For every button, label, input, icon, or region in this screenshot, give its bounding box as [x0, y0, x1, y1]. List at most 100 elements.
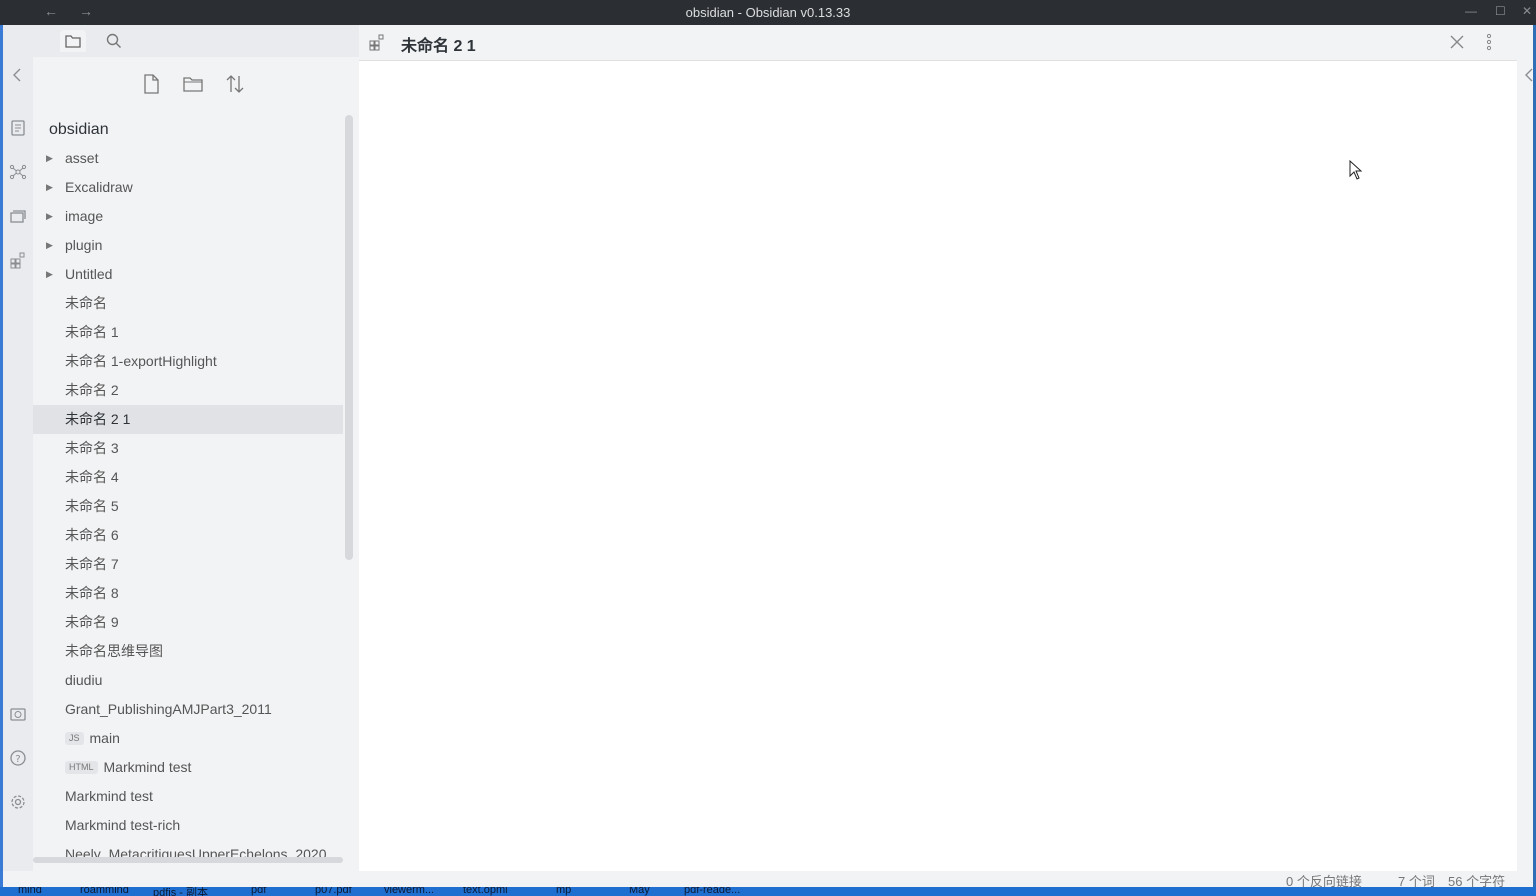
- folder-item[interactable]: ▶ Untitled: [33, 260, 343, 289]
- editor-content[interactable]: [359, 61, 1517, 871]
- file-item-label: 未命名 6: [65, 527, 119, 543]
- title-bar: ← → obsidian - Obsidian v0.13.33 — ☐ ✕: [0, 0, 1536, 25]
- file-item[interactable]: Grant_PublishingAMJPart3_2011: [33, 695, 343, 724]
- sidebar-tab-bar: [33, 25, 359, 57]
- taskbar-item[interactable]: mind: [18, 887, 42, 896]
- tab-file-explorer[interactable]: [60, 30, 86, 52]
- file-item[interactable]: 未命名 2 1: [33, 405, 343, 434]
- close-window-icon[interactable]: ✕: [1522, 4, 1532, 18]
- file-item-label: Markmind test: [65, 788, 153, 804]
- mouse-cursor-icon: [1349, 160, 1363, 180]
- file-item[interactable]: 未命名 4: [33, 463, 343, 492]
- settings-gear-icon[interactable]: [9, 793, 27, 811]
- right-sidebar-collapsed: [1517, 25, 1533, 871]
- file-item[interactable]: 未命名: [33, 289, 343, 318]
- vertical-scrollbar[interactable]: [345, 115, 353, 560]
- file-item-label: image: [65, 208, 104, 224]
- tab-search[interactable]: [101, 30, 127, 52]
- file-item-label: 未命名思维导图: [65, 643, 163, 659]
- file-item-label: 未命名 2: [65, 382, 119, 398]
- sort-order-button[interactable]: [224, 73, 246, 95]
- taskbar-item[interactable]: p07.pdf: [315, 887, 352, 896]
- taskbar-item[interactable]: pdf: [251, 887, 266, 896]
- new-folder-button[interactable]: [182, 73, 204, 95]
- graph-view-icon[interactable]: [9, 163, 27, 181]
- minimize-icon[interactable]: —: [1465, 4, 1477, 18]
- file-item-label: 未命名 9: [65, 614, 119, 630]
- vault-name[interactable]: obsidian: [49, 121, 109, 139]
- file-item-label: Untitled: [65, 266, 113, 282]
- folder-item[interactable]: ▶ image: [33, 202, 343, 231]
- folder-item[interactable]: ▶ asset: [33, 144, 343, 173]
- file-item-label: Grant_PublishingAMJPart3_2011: [65, 701, 272, 717]
- file-item[interactable]: 未命名 9: [33, 608, 343, 637]
- file-item-label: 未命名 4: [65, 469, 119, 485]
- daily-note-icon[interactable]: [9, 119, 27, 137]
- file-item-label: 未命名 8: [65, 585, 119, 601]
- file-item-label: Markmind test: [103, 759, 192, 775]
- file-item[interactable]: 未命名 1: [33, 318, 343, 347]
- search-icon: [106, 33, 121, 48]
- file-item[interactable]: HTML Markmind test: [33, 753, 343, 782]
- taskbar-item[interactable]: roammind: [80, 887, 129, 896]
- new-folder-icon: [183, 77, 203, 92]
- file-item-label: diudiu: [65, 672, 103, 688]
- collapse-caret-icon[interactable]: ▶: [46, 144, 53, 173]
- window-title: obsidian - Obsidian v0.13.33: [685, 5, 851, 20]
- file-item[interactable]: diudiu: [33, 666, 343, 695]
- file-item-label: main: [89, 730, 120, 746]
- file-item[interactable]: JS main: [33, 724, 343, 753]
- folder-item[interactable]: ▶ Excalidraw: [33, 173, 343, 202]
- folder-item[interactable]: ▶ plugin: [33, 231, 343, 260]
- collapse-caret-icon[interactable]: ▶: [46, 173, 53, 202]
- file-item-label: 未命名 1-exportHighlight: [65, 353, 217, 369]
- horizontal-scrollbar[interactable]: [33, 857, 343, 863]
- file-extension-badge: JS: [65, 731, 84, 745]
- taskbar-item[interactable]: text.opml: [463, 887, 508, 896]
- file-item-label: 未命名 7: [65, 556, 119, 572]
- folder-icon: [65, 35, 81, 48]
- file-item[interactable]: Markmind test-rich: [33, 811, 343, 840]
- file-item[interactable]: 未命名 8: [33, 579, 343, 608]
- svg-text:?: ?: [15, 754, 20, 765]
- new-note-button[interactable]: [140, 73, 162, 95]
- help-icon[interactable]: ?: [9, 749, 27, 767]
- file-tree: ▶ asset ▶ Excalidraw ▶ image ▶ plugin ▶ Untitled 未…: [33, 144, 343, 869]
- taskbar-item[interactable]: May: [629, 887, 650, 896]
- editor-pane: 未命名 2 1: [359, 25, 1517, 871]
- left-ribbon: ?: [3, 25, 33, 871]
- file-extension-badge: HTML: [65, 760, 98, 774]
- plugin-grid-icon[interactable]: [9, 251, 27, 269]
- os-taskbar: mind roammind pdfjs - 副本 pdf p07.pdf vie…: [0, 887, 1536, 896]
- excalidraw-view-icon[interactable]: [368, 33, 386, 51]
- file-item[interactable]: 未命名 2: [33, 376, 343, 405]
- file-item-label: 未命名 2 1: [65, 411, 131, 427]
- close-tab-icon[interactable]: [1449, 34, 1465, 50]
- taskbar-item[interactable]: viewerm...: [384, 887, 434, 896]
- collapse-left-icon[interactable]: [9, 66, 27, 84]
- taskbar-item[interactable]: mp: [556, 887, 571, 896]
- taskbar-item[interactable]: pdfjs - 副本: [153, 887, 208, 896]
- file-item-label: 未命名 3: [65, 440, 119, 456]
- file-item[interactable]: 未命名思维导图: [33, 637, 343, 666]
- file-item-label: 未命名 1: [65, 324, 119, 340]
- screenshot-icon[interactable]: [9, 705, 27, 723]
- note-title[interactable]: 未命名 2 1: [401, 32, 476, 56]
- file-item[interactable]: Markmind test: [33, 782, 343, 811]
- editor-header: 未命名 2 1: [359, 25, 1517, 61]
- file-item[interactable]: 未命名 6: [33, 521, 343, 550]
- file-item[interactable]: 未命名 7: [33, 550, 343, 579]
- taskbar-item[interactable]: pdf-reade...: [684, 887, 740, 896]
- file-item-label: 未命名 5: [65, 498, 119, 514]
- file-item[interactable]: 未命名 1-exportHighlight: [33, 347, 343, 376]
- collapse-caret-icon[interactable]: ▶: [46, 202, 53, 231]
- collapse-caret-icon[interactable]: ▶: [46, 231, 53, 260]
- file-item[interactable]: 未命名 5: [33, 492, 343, 521]
- more-options-icon[interactable]: [1481, 33, 1497, 51]
- collapse-caret-icon[interactable]: ▶: [46, 260, 53, 289]
- new-file-icon: [144, 74, 159, 94]
- file-item[interactable]: 未命名 3: [33, 434, 343, 463]
- cards-icon[interactable]: [9, 207, 27, 225]
- maximize-icon[interactable]: ☐: [1495, 4, 1506, 18]
- file-item[interactable]: Neely_MetacritiquesUpperEchelons_2020: [33, 840, 343, 869]
